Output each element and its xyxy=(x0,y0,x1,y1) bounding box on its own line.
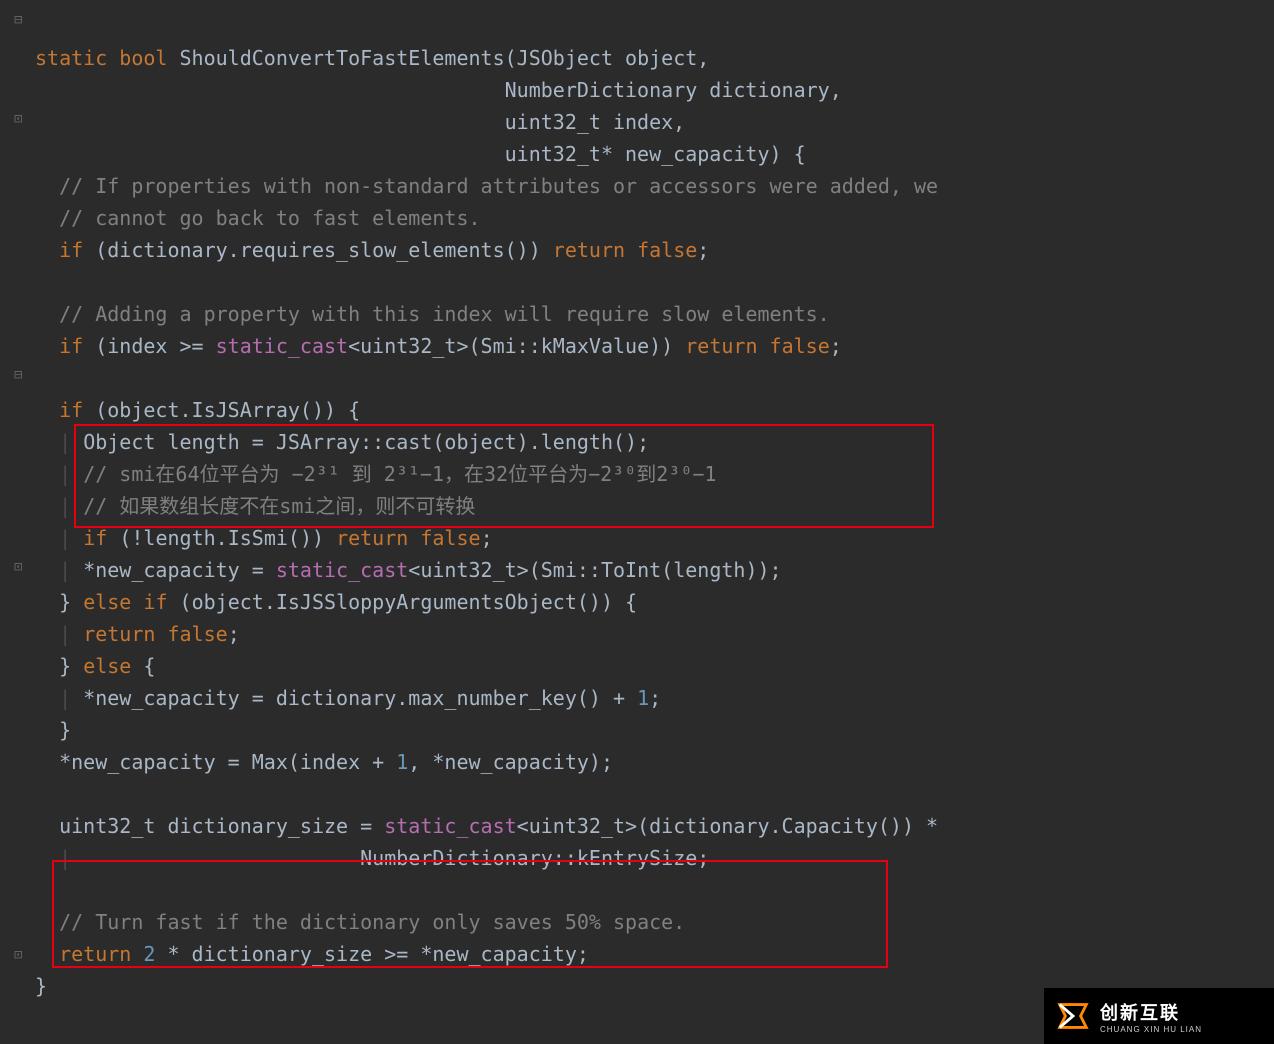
comment: // Adding a property with this index wil… xyxy=(59,302,830,326)
fold-marker[interactable]: ⊡ xyxy=(14,948,22,962)
code-text: } xyxy=(59,718,71,742)
comment: // If properties with non-standard attri… xyxy=(59,174,938,198)
code-text: (!length.IsSmi()) xyxy=(107,526,336,550)
keyword-if: if xyxy=(59,398,83,422)
keyword-if: if xyxy=(59,334,83,358)
code-text: } xyxy=(59,654,83,678)
code-text: * dictionary_size >= *new_capacity; xyxy=(155,942,588,966)
code-text: *new_capacity = Max(index + xyxy=(59,750,396,774)
code-text: ; xyxy=(228,622,240,646)
fold-marker[interactable]: ⊟ xyxy=(14,13,22,27)
code-text: ; xyxy=(697,238,709,262)
param4: uint32_t* new_capacity) { xyxy=(505,142,806,166)
keyword-else: else xyxy=(83,654,131,678)
code-text: *new_capacity = dictionary.max_number_ke… xyxy=(83,686,637,710)
code-text: ; xyxy=(481,526,493,550)
keyword-static: static xyxy=(35,46,107,70)
number: 1 xyxy=(396,750,408,774)
keyword-return: return xyxy=(83,622,155,646)
code-text: (object.IsJSArray()) { xyxy=(83,398,360,422)
code-text: , *new_capacity); xyxy=(408,750,613,774)
watermark-text-cn: 创新互联 xyxy=(1100,999,1202,1025)
keyword-else: else xyxy=(83,590,131,614)
code-text: } xyxy=(59,590,83,614)
comment: // Turn fast if the dictionary only save… xyxy=(59,910,685,934)
keyword-bool: bool xyxy=(119,46,167,70)
keyword-if: if xyxy=(131,590,167,614)
static-cast: static_cast xyxy=(276,558,408,582)
keyword-if: if xyxy=(59,238,83,262)
param1: JSObject object, xyxy=(517,46,710,70)
code-text: (index >= xyxy=(83,334,215,358)
param3: uint32_t index, xyxy=(505,110,686,134)
number: 2 xyxy=(131,942,155,966)
keyword-return: return xyxy=(553,238,625,262)
keyword-return: return xyxy=(685,334,757,358)
keyword-return: return xyxy=(59,942,131,966)
fold-marker[interactable]: ⊡ xyxy=(14,560,22,574)
gutter: ⊟ ⊡ ⊟ ⊡ ⊡ xyxy=(0,0,30,1044)
code-text: { xyxy=(131,654,155,678)
comment: // 如果数组长度不在smi之间，则不可转换 xyxy=(83,494,475,518)
code-text: (object.IsJSSloppyArgumentsObject()) { xyxy=(167,590,637,614)
code-text: <uint32_t>(dictionary.Capacity()) * xyxy=(517,814,938,838)
static-cast: static_cast xyxy=(216,334,348,358)
number: 1 xyxy=(637,686,649,710)
code-text: *new_capacity = xyxy=(83,558,276,582)
code-text: <uint32_t>(Smi::ToInt(length)); xyxy=(408,558,781,582)
code-text: Object length = JSArray::cast(object).le… xyxy=(83,430,649,454)
code-text: } xyxy=(35,974,47,998)
static-cast: static_cast xyxy=(384,814,516,838)
watermark-logo-icon xyxy=(1054,997,1092,1035)
keyword-false: false xyxy=(758,334,830,358)
keyword-false: false xyxy=(408,526,480,550)
code-editor[interactable]: static bool ShouldConvertToFastElements (… xyxy=(35,10,938,1002)
code-text: uint32_t dictionary_size = xyxy=(59,814,384,838)
watermark: 创新互联 CHUANG XIN HU LIAN xyxy=(1044,988,1274,1044)
keyword-false: false xyxy=(155,622,227,646)
fold-marker[interactable]: ⊟ xyxy=(14,368,22,382)
comment: // cannot go back to fast elements. xyxy=(59,206,480,230)
code-text: (dictionary.requires_slow_elements()) xyxy=(83,238,553,262)
code-text: ; xyxy=(649,686,661,710)
code-text: <uint32_t>(Smi::kMaxValue)) xyxy=(348,334,685,358)
keyword-false: false xyxy=(625,238,697,262)
fn-name: ShouldConvertToFastElements xyxy=(180,46,505,70)
comment: // smi在64位平台为 −2³¹ 到 2³¹−1，在32位平台为−2³⁰到2… xyxy=(83,462,716,486)
param2: NumberDictionary dictionary, xyxy=(505,78,842,102)
fold-marker[interactable]: ⊡ xyxy=(14,112,22,126)
code-text: ; xyxy=(830,334,842,358)
keyword-if: if xyxy=(83,526,107,550)
keyword-return: return xyxy=(336,526,408,550)
code-text: NumberDictionary::kEntrySize; xyxy=(360,846,709,870)
watermark-text-en: CHUANG XIN HU LIAN xyxy=(1100,1025,1202,1034)
